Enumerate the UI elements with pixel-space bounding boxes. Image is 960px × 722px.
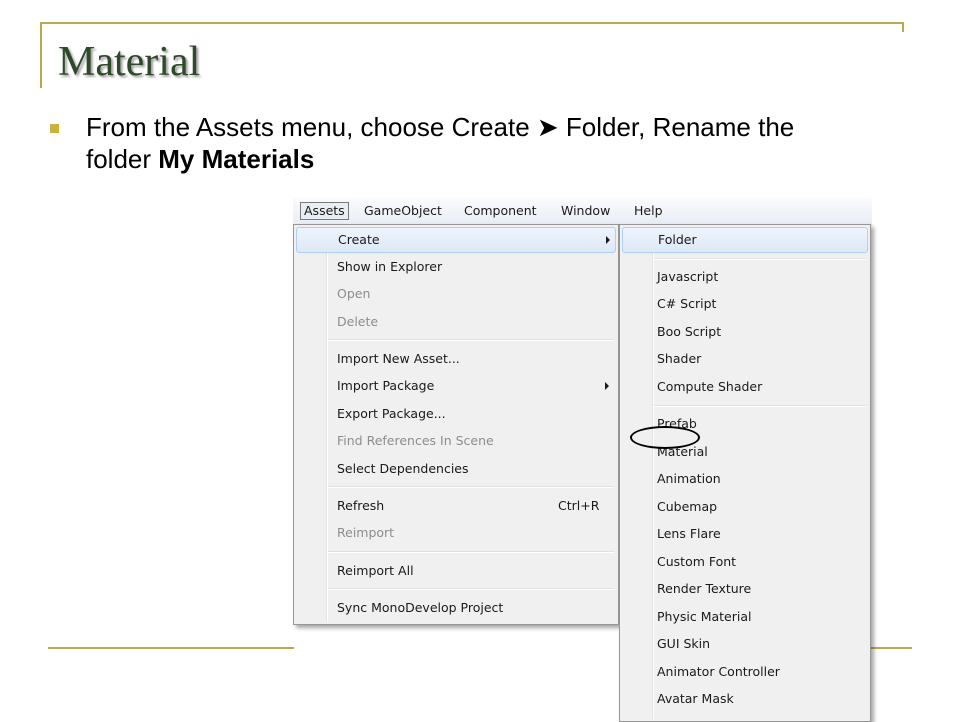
menu-item-label: Import Package xyxy=(337,378,435,393)
menu-item-export-package[interactable]: Export Package... xyxy=(296,402,616,426)
menu-item-compute-shader[interactable]: Compute Shader xyxy=(622,375,868,399)
menu-item-label: Create xyxy=(338,232,380,247)
menu-window[interactable]: Window xyxy=(561,203,610,219)
top-rule xyxy=(40,22,904,24)
menu-item-csharp-script[interactable]: C# Script xyxy=(622,292,868,316)
menu-item-folder[interactable]: Folder xyxy=(622,227,868,253)
menu-item-label: Javascript xyxy=(657,269,719,284)
menu-item-label: C# Script xyxy=(657,296,717,311)
menu-item-label: Avatar Mask xyxy=(657,691,734,706)
menu-item-label: Physic Material xyxy=(657,609,752,624)
menu-item-label: Delete xyxy=(337,314,379,329)
instruction-text: From the Assets menu, choose Create ➤ Fo… xyxy=(86,111,866,175)
menu-item-label: Animation xyxy=(657,471,721,486)
menu-item-shader[interactable]: Shader xyxy=(622,347,868,371)
menu-item-render-texture[interactable]: Render Texture xyxy=(622,577,868,601)
slide-title: Material xyxy=(58,39,201,85)
menu-item-gui-skin[interactable]: GUI Skin xyxy=(622,632,868,656)
menu-item-label: Lens Flare xyxy=(657,526,721,541)
menu-item-avatar-mask[interactable]: Avatar Mask xyxy=(622,687,868,711)
menu-item-label: Open xyxy=(337,286,371,301)
unity-menu-screenshot: Assets GameObject Component Window Help … xyxy=(293,197,872,722)
menu-separator xyxy=(328,486,614,488)
menu-item-label: Folder xyxy=(658,232,697,247)
menu-item-label: Import New Asset... xyxy=(337,351,460,366)
menu-item-import-package[interactable]: Import Package xyxy=(296,374,616,398)
menu-item-open: Open xyxy=(296,282,616,306)
menu-item-import-new-asset[interactable]: Import New Asset... xyxy=(296,347,616,371)
menu-help[interactable]: Help xyxy=(634,203,663,219)
menu-item-label: Boo Script xyxy=(657,324,722,339)
create-submenu: Folder Javascript C# Script Boo Script S… xyxy=(619,224,871,722)
menu-item-label: Find References In Scene xyxy=(337,433,494,448)
menu-item-delete: Delete xyxy=(296,310,616,334)
menu-item-refresh[interactable]: Refresh Ctrl+R xyxy=(296,494,616,518)
assets-menu: Create Show in Explorer Open Delete Impo… xyxy=(293,224,619,625)
folder-name: My Materials xyxy=(158,144,315,174)
menu-item-label: GUI Skin xyxy=(657,636,711,651)
right-tick xyxy=(902,22,904,32)
menu-separator xyxy=(654,405,866,407)
menu-item-label: Shader xyxy=(657,351,702,366)
menu-item-find-references: Find References In Scene xyxy=(296,429,616,453)
menu-item-label: Reimport xyxy=(337,525,395,540)
menu-bar: Assets GameObject Component Window Help xyxy=(293,197,872,226)
menu-item-create[interactable]: Create xyxy=(296,227,616,253)
menu-item-boo-script[interactable]: Boo Script xyxy=(622,320,868,344)
menu-item-animation[interactable]: Animation xyxy=(622,467,868,491)
menu-item-label: Cubemap xyxy=(657,499,718,514)
bottom-rule xyxy=(868,647,912,649)
menu-item-label: Refresh xyxy=(337,498,385,513)
menu-item-physic-material[interactable]: Physic Material xyxy=(622,605,868,629)
menu-item-label: Select Dependencies xyxy=(337,461,469,476)
menu-item-label: Custom Font xyxy=(657,554,737,569)
menu-item-label: Render Texture xyxy=(657,581,752,596)
shortcut-label: Ctrl+R xyxy=(558,498,600,513)
menu-item-label: Export Package... xyxy=(337,406,446,421)
menu-separator xyxy=(328,551,614,553)
menu-separator xyxy=(654,258,866,260)
menu-component[interactable]: Component xyxy=(464,203,537,219)
menu-item-label: Show in Explorer xyxy=(337,259,443,274)
menu-item-show-in-explorer[interactable]: Show in Explorer xyxy=(296,255,616,279)
menu-item-label: Reimport All xyxy=(337,563,414,578)
highlight-circle-annotation xyxy=(630,426,700,449)
submenu-arrow-icon xyxy=(605,382,609,390)
menu-item-label: Animator Controller xyxy=(657,664,780,679)
menu-item-javascript[interactable]: Javascript xyxy=(622,265,868,289)
menu-separator xyxy=(328,339,614,341)
menu-item-cubemap[interactable]: Cubemap xyxy=(622,495,868,519)
menu-item-custom-font[interactable]: Custom Font xyxy=(622,550,868,574)
menu-item-sync-monodevelop[interactable]: Sync MonoDevelop Project xyxy=(296,596,616,620)
menu-item-select-dependencies[interactable]: Select Dependencies xyxy=(296,457,616,481)
menu-assets[interactable]: Assets xyxy=(300,202,349,220)
menu-separator xyxy=(328,588,614,590)
menu-item-reimport: Reimport xyxy=(296,521,616,545)
bottom-rule xyxy=(48,647,294,649)
bullet-marker xyxy=(50,124,59,133)
left-rule xyxy=(40,22,42,88)
menu-item-animator-controller[interactable]: Animator Controller xyxy=(622,660,868,684)
menu-item-label: Compute Shader xyxy=(657,379,763,394)
menu-item-lens-flare[interactable]: Lens Flare xyxy=(622,522,868,546)
menu-gameobject[interactable]: GameObject xyxy=(364,203,442,219)
menu-item-reimport-all[interactable]: Reimport All xyxy=(296,559,616,583)
menu-item-label: Sync MonoDevelop Project xyxy=(337,600,504,615)
submenu-arrow-icon xyxy=(606,236,610,244)
